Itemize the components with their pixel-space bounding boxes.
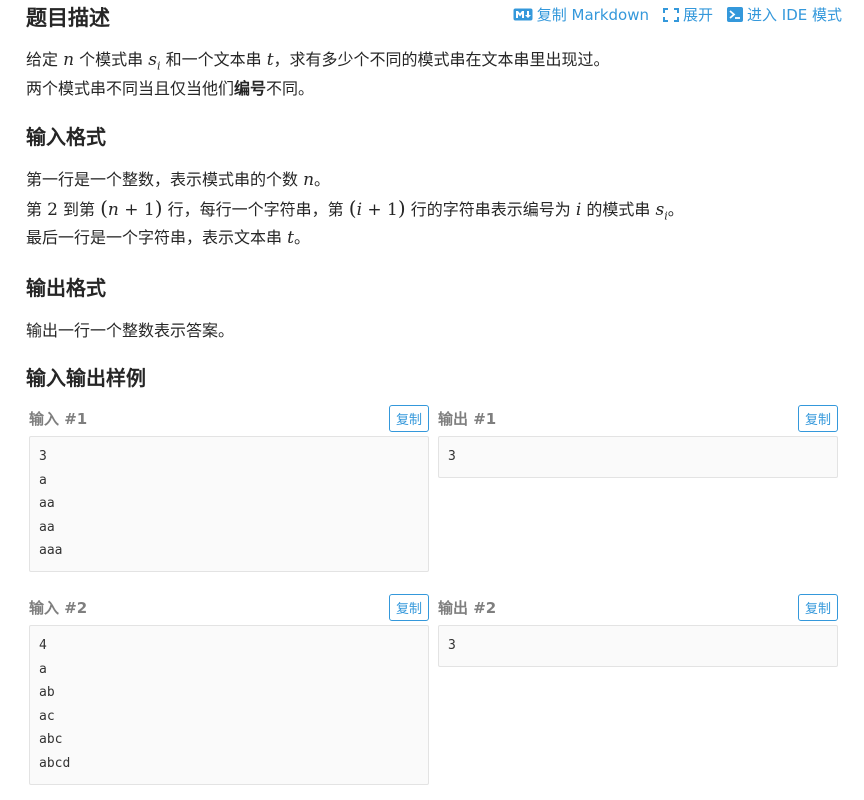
copy-button[interactable]: 复制	[797, 404, 838, 432]
math-plus-one: + 1	[362, 200, 398, 220]
text: 。	[314, 170, 331, 189]
description-line-2: 两个模式串不同当且仅当他们编号不同。	[26, 74, 314, 103]
sample-1-output: 输出 #1 复制 3	[438, 404, 838, 478]
markdown-icon	[513, 8, 533, 21]
paren: (	[100, 196, 108, 220]
code-line: 3	[448, 638, 456, 653]
code-line: 3	[39, 449, 47, 464]
code-line: abcd	[39, 755, 71, 771]
sample-code-box[interactable]: 3	[438, 625, 838, 667]
code-line: aaa	[39, 543, 63, 559]
page-title: 题目描述	[26, 6, 110, 30]
math-t: t	[266, 50, 274, 70]
sample-code-box[interactable]: 3	[438, 436, 838, 478]
code-line: aa	[39, 519, 55, 535]
sample-output-label: 输出 #1	[438, 409, 497, 428]
copy-button[interactable]: 复制	[797, 593, 838, 621]
text: 最后一行是一个字符串，表示文本串	[26, 228, 288, 247]
math-number: 2	[47, 200, 58, 220]
text: 到第	[57, 200, 101, 219]
paren: )	[397, 196, 406, 220]
paren: (	[348, 196, 357, 220]
copy-markdown-button[interactable]: 复制 Markdown	[513, 4, 649, 25]
text: 第一行是一个整数，表示模式串的个数	[26, 170, 304, 189]
input-format-line-1: 第一行是一个整数，表示模式串的个数 n。	[26, 165, 330, 195]
output-format-title: 输出格式	[26, 276, 106, 300]
bold-text: 编号	[234, 79, 267, 98]
sample-1-input: 输入 #1 复制 3 a aa aa aaa	[29, 404, 429, 572]
sample-code-box[interactable]: 4 a ab ac abc abcd	[29, 625, 429, 785]
copy-button[interactable]: 复制	[388, 593, 429, 621]
math-t: t	[287, 228, 294, 248]
code-line: a	[39, 661, 47, 677]
text: 。	[293, 228, 310, 247]
text: 个模式串	[74, 50, 149, 69]
text: ，求有多少个不同的模式串在文本串里出现过。	[273, 50, 610, 69]
math-s-base: s	[655, 200, 665, 220]
text: 和一个文本串	[160, 50, 267, 69]
expand-icon	[662, 7, 679, 22]
paren: )	[154, 196, 163, 220]
math-s: si	[148, 50, 160, 72]
text: 的模式串	[581, 200, 656, 219]
code-line: aa	[39, 496, 55, 512]
expand-label: 展开	[682, 6, 713, 24]
text: 给定	[26, 50, 64, 69]
enter-ide-label: 进入 IDE 模式	[747, 6, 842, 24]
code-line: a	[39, 472, 47, 488]
code-line: 4	[39, 638, 47, 653]
problem-header: 题目描述 复制 Markdown 展开 进入 IDE 模式	[0, 0, 864, 30]
input-format-line-3: 最后一行是一个字符串，表示文本串 t。	[26, 223, 310, 253]
expand-button[interactable]: 展开	[662, 4, 713, 25]
copy-button[interactable]: 复制	[388, 404, 429, 432]
text: 两个模式串不同当且仅当他们	[26, 79, 235, 98]
sample-code-box[interactable]: 3 a aa aa aaa	[29, 436, 429, 572]
sample-input-label: 输入 #1	[29, 409, 88, 428]
sample-input-label: 输入 #2	[29, 598, 88, 617]
math-plus-one: + 1	[118, 200, 155, 220]
text: 。	[667, 200, 684, 219]
text: 行的字符串表示编号为	[405, 200, 576, 219]
text: 不同。	[266, 79, 315, 98]
input-format-title: 输入格式	[26, 125, 106, 149]
enter-ide-button[interactable]: 进入 IDE 模式	[727, 4, 842, 25]
sample-output-label: 输出 #2	[438, 598, 497, 617]
math-s: si	[655, 200, 668, 222]
code-line: 3	[448, 449, 456, 464]
math-n: n	[303, 170, 315, 190]
code-line: ac	[39, 708, 55, 724]
text: 行，每行一个字符串，第	[162, 200, 349, 219]
samples-title: 输入输出样例	[26, 366, 146, 390]
code-line: abc	[39, 732, 63, 748]
sample-2-input: 输入 #2 复制 4 a ab ac abc abcd	[29, 593, 429, 785]
terminal-icon	[727, 7, 743, 22]
text: 第	[26, 200, 48, 219]
code-line: ab	[39, 685, 55, 701]
sample-2-output: 输出 #2 复制 3	[438, 593, 838, 667]
math-s-base: s	[148, 50, 157, 70]
math-n: n	[63, 50, 75, 70]
header-actions: 复制 Markdown 展开 进入 IDE 模式	[513, 4, 842, 25]
output-format-line-1: 输出一行一个整数表示答案。	[26, 321, 235, 340]
math-n: n	[107, 200, 119, 220]
copy-markdown-label: 复制 Markdown	[536, 6, 649, 24]
